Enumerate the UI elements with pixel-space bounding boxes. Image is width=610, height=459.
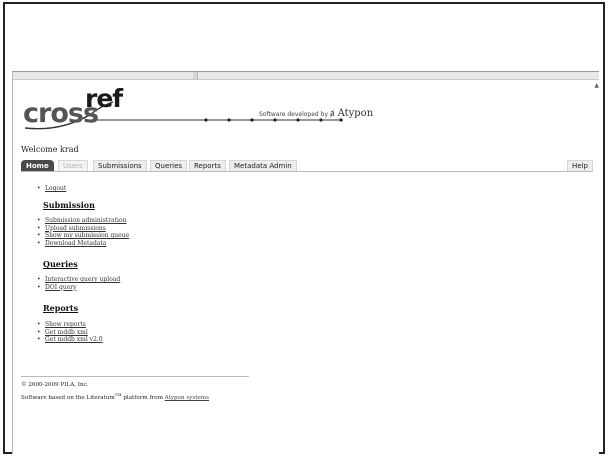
tab-help[interactable]: Help — [567, 160, 593, 171]
submission-list: Submission administration Upload submiss… — [37, 217, 129, 247]
tab-reports[interactable]: Reports — [189, 160, 226, 171]
browser-viewport: ▲ cross ref Software developed by ⱥ Atyp… — [12, 71, 599, 454]
atypon-systems-link[interactable]: Atypon systems — [165, 395, 209, 401]
link-get-mddb-xml[interactable]: Get mddb xml — [37, 329, 103, 337]
footer-divider — [21, 376, 249, 377]
reports-heading: Reports — [43, 303, 79, 313]
link-get-mddb-xml-v2[interactable]: Get mddb xml v2.0 — [37, 336, 103, 344]
crossref-logo[interactable]: cross ref Software developed by ⱥ Atypon — [21, 84, 373, 132]
atypon-brand: ⱥ Atypon — [329, 108, 374, 119]
queries-heading: Queries — [43, 259, 78, 269]
logo-ref-text: ref — [85, 84, 123, 113]
link-submission-administration[interactable]: Submission administration — [37, 217, 129, 225]
logout-list: Logout — [37, 185, 66, 193]
footer-copyright: © 2000-2009 PILA, Inc. — [21, 382, 89, 388]
footer: © 2000-2009 PILA, Inc. Software based on… — [21, 381, 209, 403]
link-show-submission-queue[interactable]: Show my submission queue — [37, 232, 129, 240]
reports-list: Show reports Get mddb xml Get mddb xml v… — [37, 321, 103, 344]
tab-queries[interactable]: Queries — [150, 160, 188, 171]
tab-metadata-admin[interactable]: Metadata Admin — [229, 160, 297, 171]
toolbar-divider — [193, 72, 198, 79]
link-download-metadata[interactable]: Download Metadata — [37, 240, 129, 248]
toolbar-segment — [13, 72, 194, 79]
scroll-up-arrow-icon[interactable]: ▲ — [594, 82, 599, 89]
footer-software: Software based on the LiteratumTM platfo… — [21, 392, 209, 401]
logout-link[interactable]: Logout — [37, 185, 66, 193]
queries-list: Interactive query upload DOI query — [37, 276, 120, 291]
atypon-prefix: Software developed by — [259, 111, 329, 118]
link-show-reports[interactable]: Show reports — [37, 321, 103, 329]
atypon-credit: Software developed by ⱥ Atypon — [259, 108, 373, 119]
tab-home[interactable]: Home — [21, 160, 54, 171]
link-interactive-query-upload[interactable]: Interactive query upload — [37, 276, 120, 284]
link-upload-submissions[interactable]: Upload submissions — [37, 225, 129, 233]
browser-toolbar — [13, 72, 599, 80]
submission-heading: Submission — [43, 200, 95, 210]
link-doi-query[interactable]: DOI query — [37, 284, 120, 292]
tab-submissions[interactable]: Submissions — [93, 160, 147, 171]
tab-users: Users — [58, 160, 88, 171]
welcome-text: Welcome krad — [21, 145, 79, 154]
main-nav: Home Users Submissions Queries Reports M… — [21, 159, 593, 172]
